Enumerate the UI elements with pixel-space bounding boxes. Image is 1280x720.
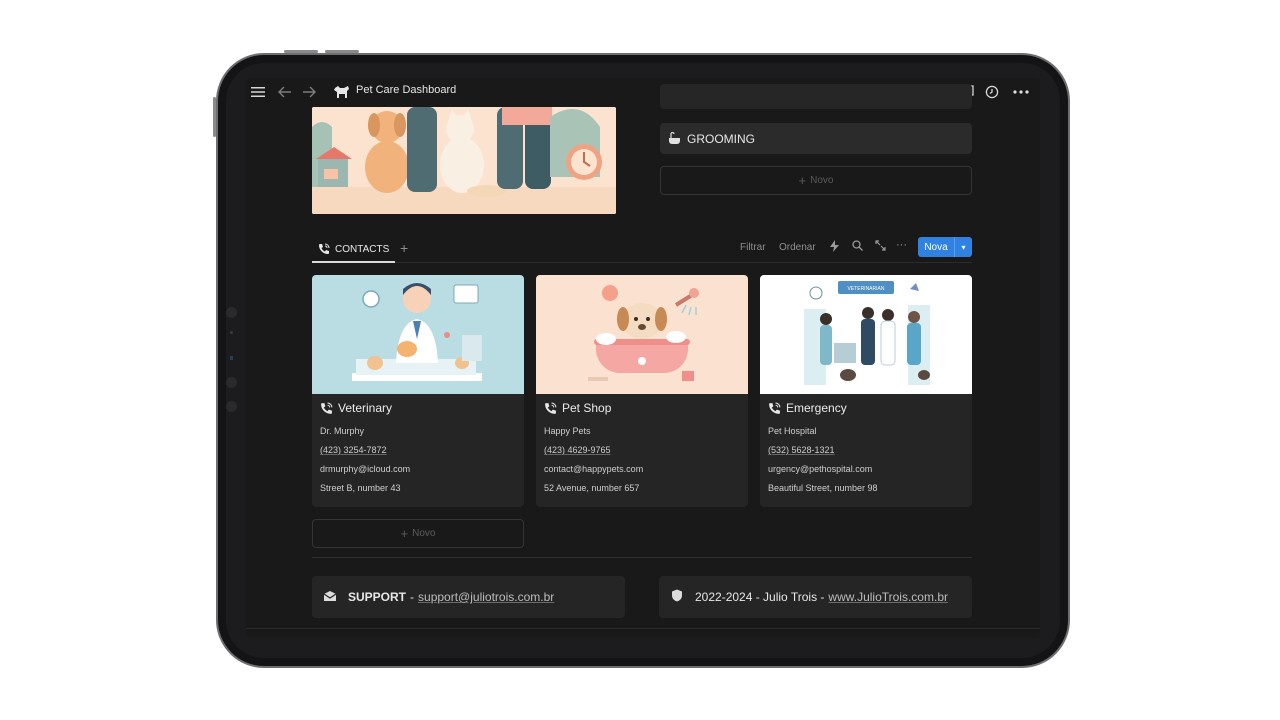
contact-phone[interactable]: (423) 3254-7872	[320, 445, 387, 455]
veterinarian-sign: VETERINARIAN	[848, 286, 885, 292]
property-row-previous[interactable]	[660, 84, 972, 109]
sort-button[interactable]: Ordenar	[779, 242, 816, 253]
phone-icon	[768, 402, 781, 415]
contact-email[interactable]: contact@happypets.com	[544, 464, 643, 474]
new-property-button[interactable]: + Novo	[660, 166, 972, 195]
card-title: Veterinary	[320, 401, 392, 415]
property-row-grooming[interactable]: GROOMING	[660, 123, 972, 154]
plus-icon: +	[798, 173, 807, 188]
contact-phone[interactable]: (423) 4629-9765	[544, 445, 611, 455]
veterinary-illustration	[312, 275, 524, 394]
expand-icon[interactable]	[875, 240, 886, 254]
tab-contacts[interactable]: CONTACTS	[312, 237, 396, 263]
contact-card-emergency[interactable]: VETERINARIAN Emergency Pet Hospital (532…	[760, 275, 972, 507]
search-icon[interactable]	[852, 240, 863, 254]
contact-card-veterinary[interactable]: Veterinary Dr. Murphy (423) 3254-7872 dr…	[312, 275, 524, 507]
phone-icon	[544, 402, 557, 415]
app-screen: Pet Care Dashboard GROOMING + Novo CONTA…	[246, 78, 1040, 638]
card-title-text: Pet Shop	[562, 401, 612, 415]
more-options-icon[interactable]	[1011, 82, 1031, 102]
copyright-callout: 2022-2024 - Julio Trois - www.JulioTrois…	[659, 576, 972, 618]
menu-icon[interactable]	[248, 82, 268, 102]
card-title: Pet Shop	[544, 401, 611, 415]
filter-button[interactable]: Filtrar	[740, 242, 766, 253]
contact-address: 52 Avenue, number 657	[544, 483, 640, 493]
contact-email[interactable]: urgency@pethospital.com	[768, 464, 872, 474]
contact-phone[interactable]: (532) 5628-1321	[768, 445, 835, 455]
bottom-divider	[246, 628, 1040, 629]
support-callout: SUPPORT - support@juliotrois.com.br	[312, 576, 625, 618]
forward-arrow-icon[interactable]	[299, 82, 319, 102]
support-dash: -	[410, 590, 415, 604]
card-title-text: Veterinary	[338, 401, 393, 415]
page-title: Pet Care Dashboard	[356, 84, 457, 96]
phone-icon	[320, 402, 333, 415]
contact-address: Beautiful Street, number 98	[768, 483, 878, 493]
contact-card-pet-shop[interactable]: Pet Shop Happy Pets (423) 4629-9765 cont…	[536, 275, 748, 507]
contact-name: Pet Hospital	[768, 426, 817, 436]
back-arrow-icon[interactable]	[275, 82, 295, 102]
copyright-text: 2022-2024 - Julio Trois -	[695, 590, 825, 604]
new-contact-button[interactable]: Nova ▾	[918, 237, 972, 257]
ipad-camera-dots	[226, 307, 238, 417]
emergency-illustration: VETERINARIAN	[760, 275, 972, 394]
card-title: Emergency	[768, 401, 847, 415]
new-contact-label: Nova	[924, 241, 948, 253]
new-card-button[interactable]: + Novo	[312, 519, 524, 548]
contacts-tab-bar: CONTACTS + Filtrar Ordenar ··· Nova ▾	[312, 237, 972, 263]
support-label: SUPPORT	[348, 590, 407, 604]
plus-icon: +	[400, 526, 409, 541]
ipad-top-button-1	[284, 50, 318, 53]
contact-address: Street B, number 43	[320, 483, 401, 493]
grooming-label: GROOMING	[687, 131, 755, 146]
contact-name: Dr. Murphy	[320, 426, 365, 436]
website-link[interactable]: www.JulioTrois.com.br	[828, 590, 948, 604]
new-card-label: Novo	[412, 528, 436, 539]
shield-icon	[669, 589, 685, 605]
view-options-icon[interactable]: ···	[896, 239, 907, 251]
tab-contacts-label: CONTACTS	[335, 243, 390, 255]
support-icon	[322, 590, 338, 605]
history-clock-icon[interactable]	[982, 82, 1002, 102]
support-email-link[interactable]: support@juliotrois.com.br	[418, 590, 554, 604]
contact-email[interactable]: drmurphy@icloud.com	[320, 464, 410, 474]
ipad-top-button-2	[325, 50, 359, 53]
chevron-down-icon[interactable]: ▾	[955, 243, 972, 252]
contact-name: Happy Pets	[544, 426, 591, 436]
hero-illustration	[312, 107, 616, 214]
card-title-text: Emergency	[786, 401, 847, 415]
section-divider	[312, 557, 972, 558]
bathtub-icon	[668, 132, 681, 145]
pet-shop-illustration	[536, 275, 748, 394]
phone-icon	[318, 243, 330, 255]
add-view-icon[interactable]: +	[400, 240, 408, 256]
automation-lightning-icon[interactable]	[830, 240, 839, 255]
new-property-label: Novo	[810, 175, 834, 186]
ipad-side-button	[213, 97, 216, 137]
dog-icon	[332, 82, 352, 102]
